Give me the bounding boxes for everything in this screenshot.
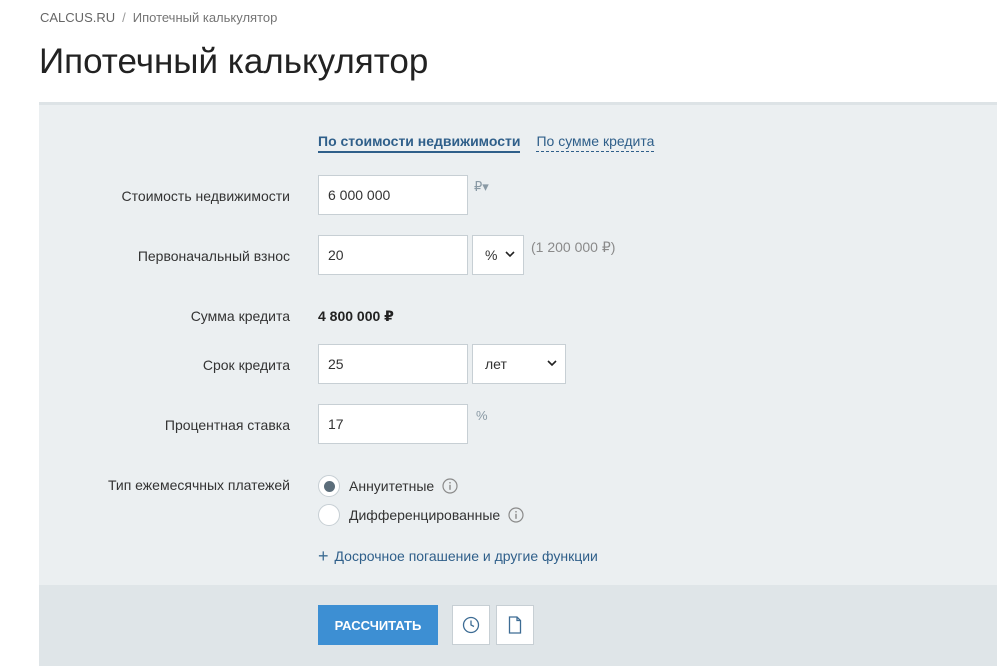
document-icon — [508, 616, 522, 634]
loan-amount-value: 4 800 000 ₽ — [318, 308, 394, 324]
rate-percent-suffix: % — [476, 408, 488, 423]
property-price-label: Стоимость недвижимости — [121, 188, 290, 204]
breadcrumb-home-link[interactable]: CALCUS.RU — [40, 10, 115, 25]
info-icon[interactable] — [442, 478, 458, 494]
radio-annuity-label: Аннуитетные — [349, 478, 435, 494]
rate-input[interactable]: 17 — [318, 404, 468, 444]
radio-annuity[interactable]: Аннуитетные — [318, 475, 458, 497]
document-button[interactable] — [496, 605, 534, 645]
tab-by-loan-amount[interactable]: По сумме кредита — [536, 133, 655, 152]
mode-tabs: По стоимости недвижимости По сумме кредит… — [318, 133, 655, 153]
down-payment-unit-value: % — [485, 247, 498, 263]
info-icon[interactable] — [508, 507, 524, 523]
breadcrumb-separator: / — [122, 10, 126, 25]
clock-icon — [462, 616, 480, 634]
calculate-button[interactable]: РАССЧИТАТЬ — [318, 605, 438, 645]
term-label: Срок кредита — [202, 357, 290, 373]
term-input[interactable]: 25 — [318, 344, 468, 384]
radio-selected-dot — [323, 480, 335, 492]
radio-button[interactable] — [318, 504, 340, 526]
term-unit-value: лет — [485, 356, 507, 372]
calculator-panel: По стоимости недвижимости По сумме кредит… — [39, 102, 997, 666]
term-unit-select[interactable]: лет — [472, 344, 566, 384]
chevron-down-icon — [505, 251, 515, 258]
breadcrumb-current: Ипотечный калькулятор — [132, 10, 278, 25]
payment-type-label: Тип ежемесячных платежей — [107, 477, 290, 493]
down-payment-amount-hint: (1 200 000 ₽) — [531, 239, 616, 255]
down-payment-input[interactable]: 20 — [318, 235, 468, 275]
breadcrumb: CALCUS.RU / Ипотечный калькулятор — [40, 10, 277, 25]
more-options-link[interactable]: + Досрочное погашение и другие функции — [318, 546, 598, 566]
radio-button[interactable] — [318, 475, 340, 497]
down-payment-label: Первоначальный взнос — [137, 248, 290, 264]
loan-amount-label: Сумма кредита — [190, 308, 290, 324]
plus-icon: + — [318, 546, 329, 566]
currency-selector[interactable]: ₽▾ — [474, 179, 489, 195]
page-title: Ипотечный калькулятор — [39, 42, 429, 81]
history-button[interactable] — [452, 605, 490, 645]
more-options-label: Досрочное погашение и другие функции — [334, 548, 598, 564]
radio-differentiated-label: Дифференцированные — [349, 507, 501, 523]
down-payment-unit-select[interactable]: % — [472, 235, 524, 275]
chevron-down-icon — [547, 360, 557, 367]
radio-differentiated[interactable]: Дифференцированные — [318, 504, 524, 526]
rate-label: Процентная ставка — [164, 417, 290, 433]
tab-by-property-price[interactable]: По стоимости недвижимости — [318, 133, 521, 153]
property-price-input[interactable]: 6 000 000 — [318, 175, 468, 215]
